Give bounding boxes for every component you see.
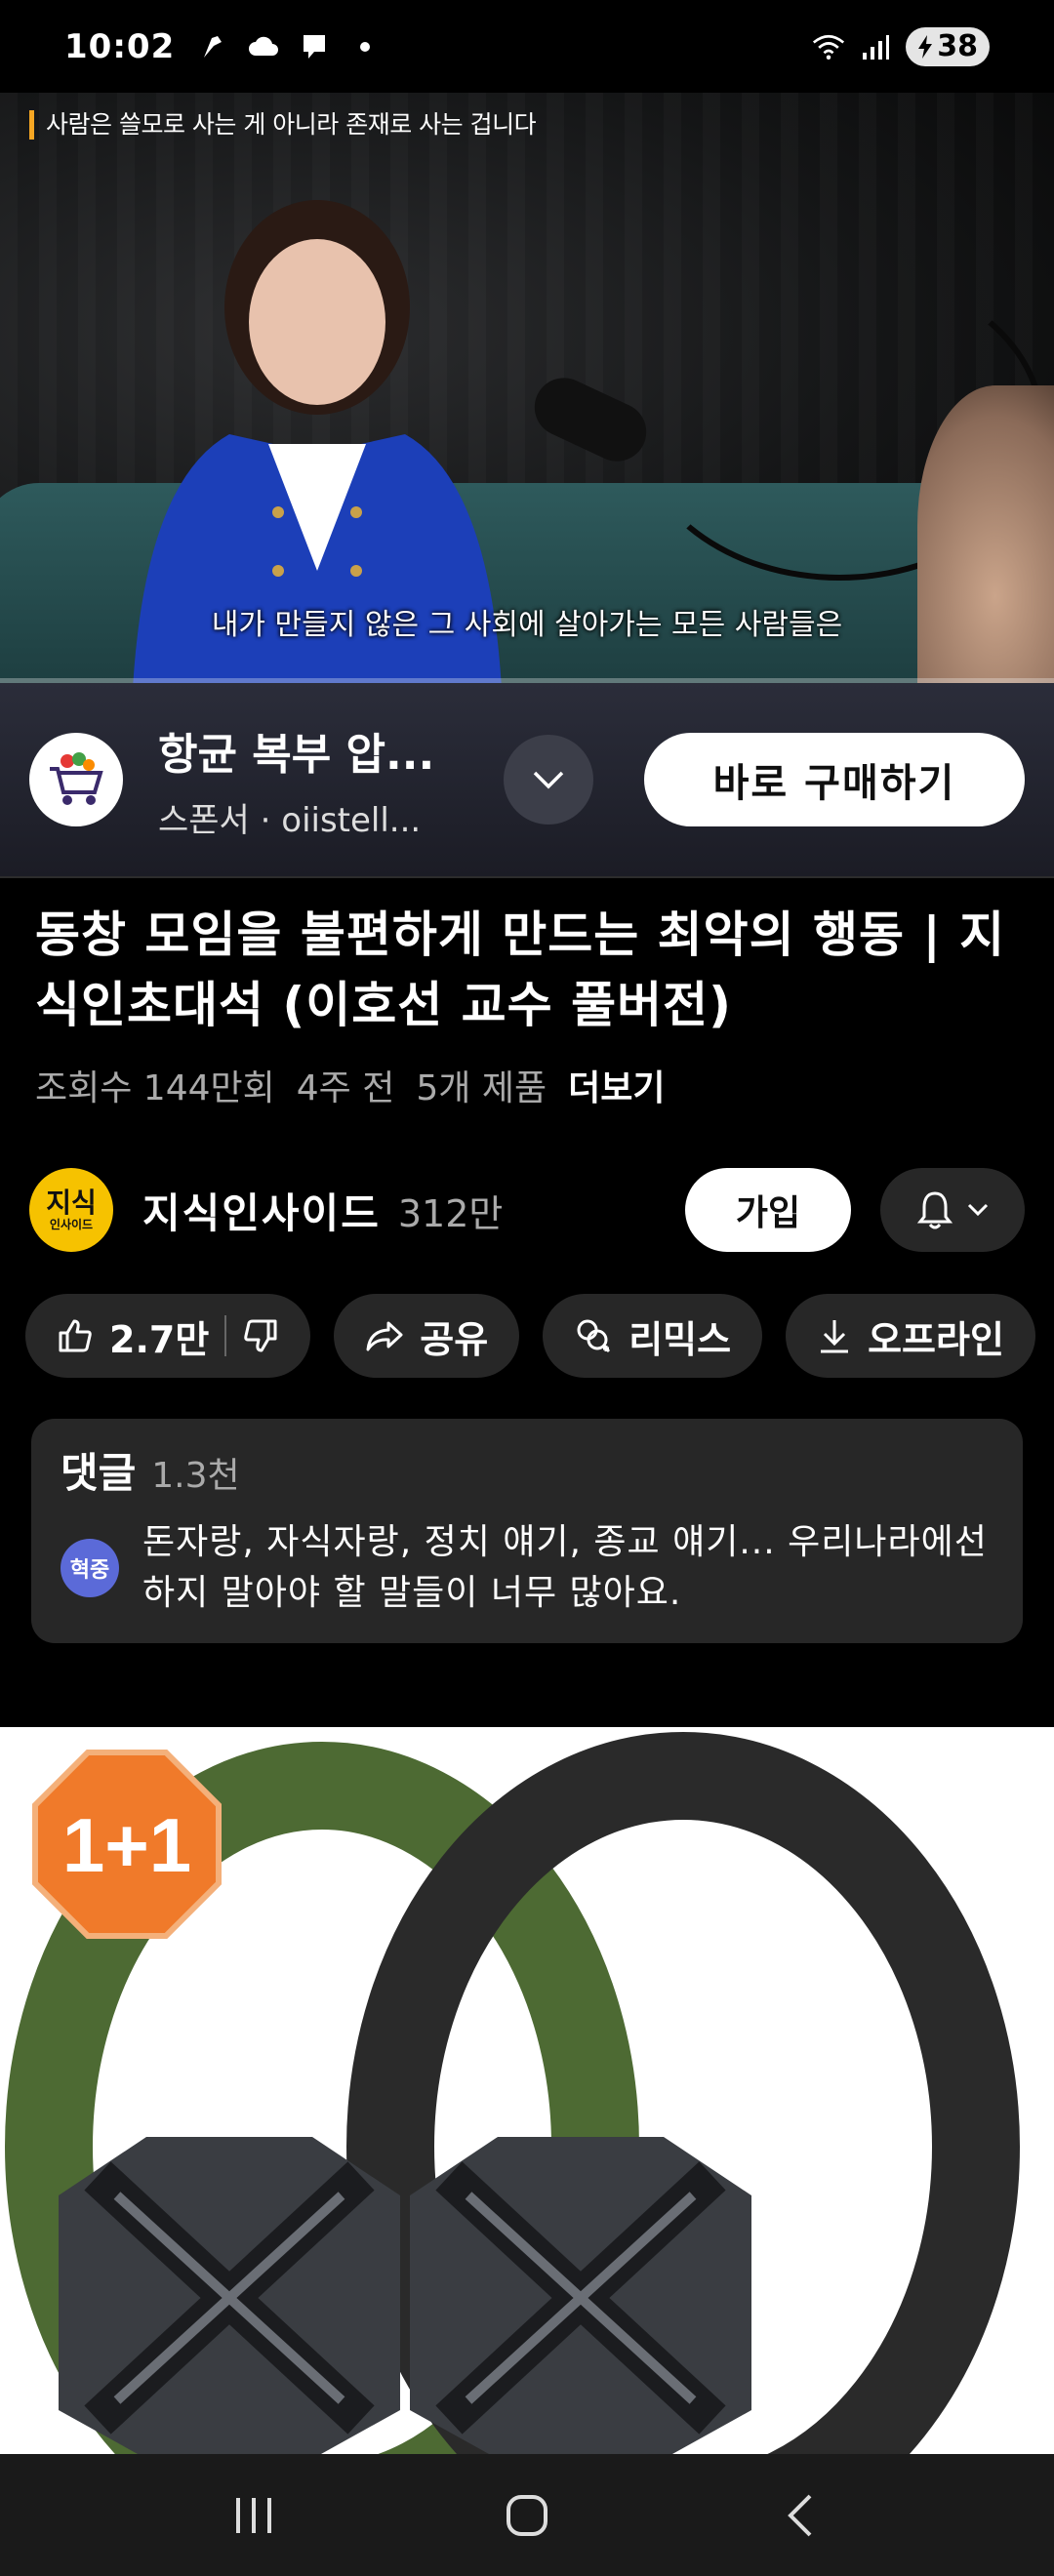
sponsor-expand-button[interactable] [504,735,593,825]
video-info[interactable]: 동창 모임을 불편하게 만드는 최악의 행동 | 지식인초대석 (이호선 교수 … [0,878,1054,1110]
video-subtitle: 내가 만들지 않은 그 사회에 살아가는 모든 사람들은 [211,608,843,642]
home-button[interactable] [478,2476,576,2555]
back-icon [788,2494,812,2536]
upload-age: 4주 전 [296,1068,395,1108]
like-divider [224,1315,227,1356]
subscriber-count: 312만 [397,1191,504,1235]
promo-badge-text: 1+1 [62,1802,191,1888]
battery-level: 38 [937,29,978,63]
action-bar: 2.7만 공유 리믹스 오프라인 [25,1294,1035,1378]
signal-icon [859,32,892,61]
shopping-cart-icon [50,752,103,805]
channel-name[interactable]: 지식인사이드 [142,1181,381,1240]
download-icon [821,1320,849,1353]
video-player[interactable]: 사람은 쓸모로 사는 게 아니라 존재로 사는 겁니다 내가 만들지 않은 그 … [0,93,1054,683]
system-nav-bar [0,2454,1054,2576]
dot-icon [348,32,382,61]
bell-icon [916,1191,953,1229]
recent-apps-button[interactable] [205,2476,303,2555]
sponsor-bar[interactable]: 항균 복부 압... 스폰서 · oiistell... 바로 구매하기 [0,683,1054,878]
comments-section[interactable]: 댓글 1.3천 혁중 돈자랑, 자식자랑, 정치 얘기, 종교 얘기... 우리… [31,1419,1023,1643]
back-button[interactable] [751,2476,849,2555]
like-count: 2.7만 [109,1317,210,1361]
wifi-icon [812,32,845,61]
sponsor-title: 항균 복부 압... [158,729,435,780]
app-notification-icon [196,32,229,61]
product-ad-image[interactable]: 1+1 [0,1727,1054,2454]
buy-now-button[interactable]: 바로 구매하기 [644,733,1025,826]
video-meta[interactable]: 조회수 144만회 4주 전 5개 제품 더보기 [35,1060,1019,1110]
thumbs-up-icon[interactable] [57,1317,94,1354]
remix-icon [577,1319,611,1353]
recent-apps-icon [236,2497,271,2533]
more-link[interactable]: 더보기 [568,1060,665,1110]
remix-button[interactable]: 리믹스 [543,1294,763,1378]
share-label: 공유 [420,1317,489,1361]
comment-text: 돈자랑, 자식자랑, 정치 얘기, 종교 얘기... 우리나라에선 하지 말아야… [142,1522,988,1613]
cloud-icon [247,32,280,61]
status-time: 10:02 [64,26,176,66]
share-icon [366,1321,403,1351]
channel-avatar[interactable]: 지식 인사이드 [29,1168,113,1252]
comments-label: 댓글 [61,1449,137,1497]
status-bar: 10:02 38 [0,0,1054,93]
video-headline: 사람은 쓸모로 사는 게 아니라 존재로 사는 겁니다 [29,110,537,140]
product-count: 5개 제품 [416,1068,547,1108]
sponsor-subtitle: 스폰서 · oiistell... [158,800,422,840]
channel-avatar-text: 지식 [46,1187,97,1219]
charging-icon [918,34,933,59]
remix-label: 리믹스 [628,1317,732,1361]
channel-avatar-subtext: 인사이드 [49,1218,94,1231]
comments-count: 1.3천 [151,1456,240,1496]
join-button[interactable]: 가입 [685,1168,851,1252]
offline-label: 오프라인 [868,1317,1004,1361]
sponsor-logo [29,733,123,826]
like-dislike-chip[interactable]: 2.7만 [25,1294,311,1378]
channel-row[interactable]: 지식 인사이드 지식인사이드 312만 가입 [0,1166,1054,1254]
promo-badge: 1+1 [32,1750,222,1939]
battery-indicator: 38 [906,26,990,66]
chevron-down-icon [533,771,564,789]
offline-download-button[interactable]: 오프라인 [786,1294,1035,1378]
comment-author-avatar: 혁중 [61,1539,119,1597]
video-title[interactable]: 동창 모임을 불편하게 만드는 최악의 행동 | 지식인초대석 (이호선 교수 … [35,900,1019,1040]
notification-button[interactable] [880,1168,1025,1252]
thumbs-down-icon[interactable] [242,1317,279,1354]
chevron-down-icon [967,1203,989,1217]
view-count: 조회수 144만회 [35,1068,275,1108]
share-button[interactable]: 공유 [334,1294,520,1378]
message-icon [298,32,331,61]
home-icon [507,2494,547,2536]
